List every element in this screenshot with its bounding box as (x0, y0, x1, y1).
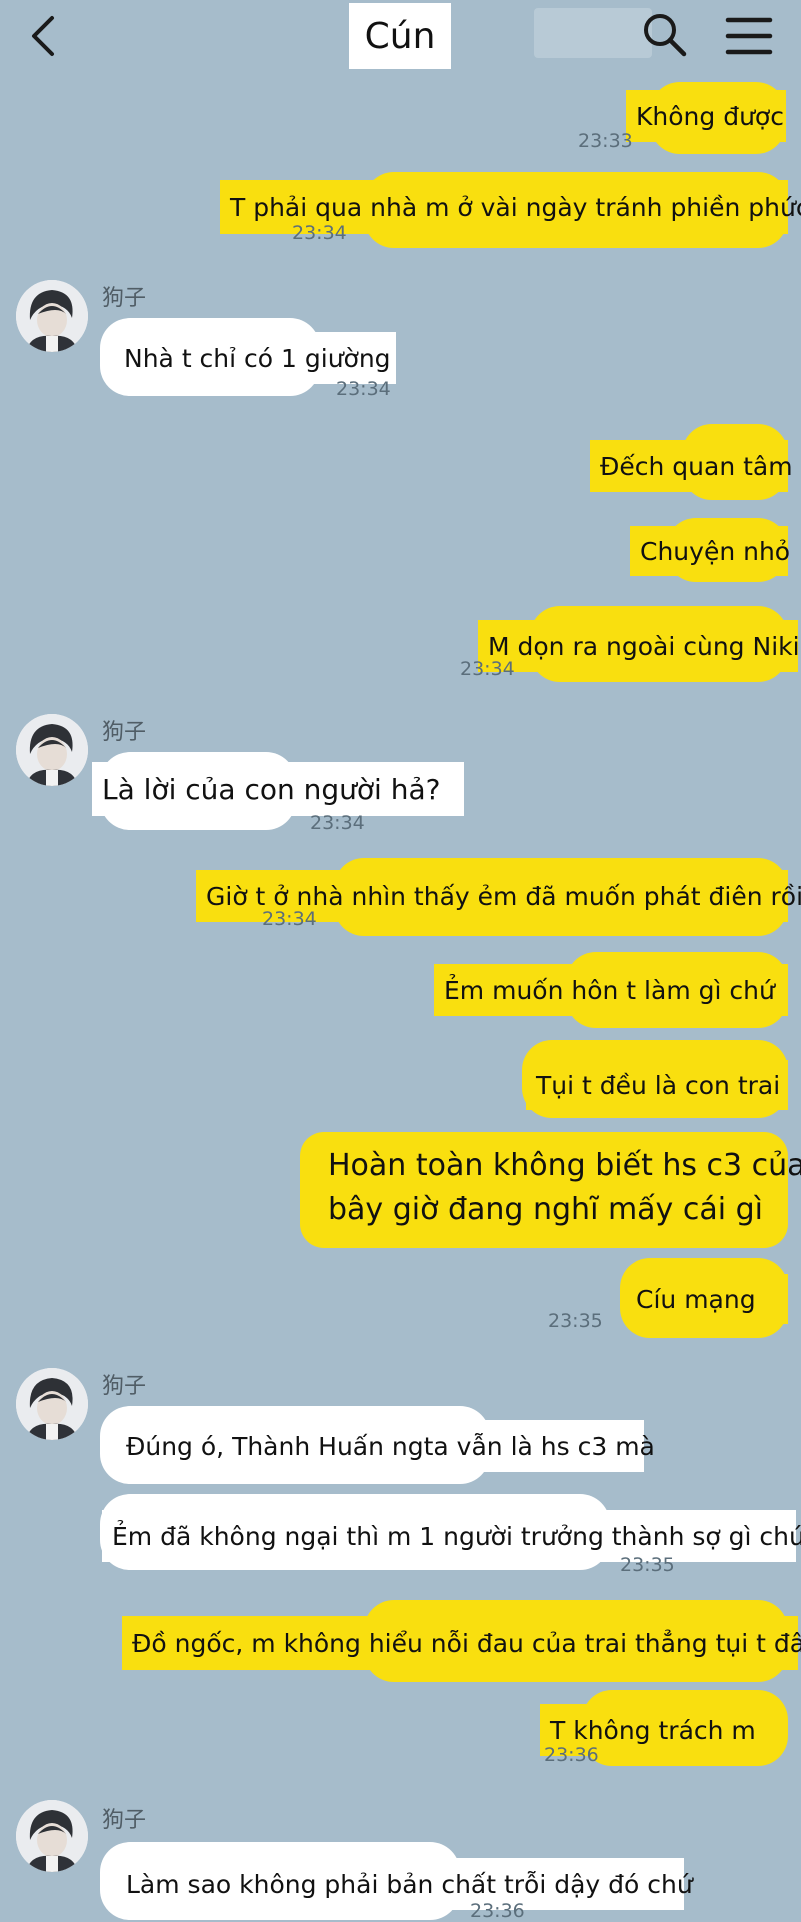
message-text[interactable]: Đúng ó, Thành Huấn ngta vẫn là hs c3 mà (116, 1420, 655, 1472)
timestamp: 23:35 (620, 1554, 675, 1576)
timestamp: 23:35 (548, 1310, 603, 1332)
back-chevron-icon[interactable] (22, 14, 66, 58)
message-text[interactable]: Đếch quan tâm (590, 440, 793, 492)
sender-name: 狗子 (102, 286, 147, 311)
message-text-line-2: bây giờ đang nghĩ mấy cái gì (328, 1192, 763, 1227)
contact-avatar[interactable] (16, 1800, 88, 1872)
message-text[interactable]: Tụi t đều là con trai (526, 1060, 788, 1110)
chat-title: Cún (349, 3, 451, 69)
top-bar: Cún (0, 0, 801, 80)
timestamp: 23:34 (292, 222, 347, 244)
message-text[interactable]: Không được (626, 90, 786, 142)
message-text[interactable]: Đồ ngốc, m không hiểu nỗi đau của trai t… (122, 1616, 801, 1670)
avatar-image (16, 714, 88, 786)
sent-bubble[interactable]: Hoàn toàn không biết hs c3 của bây giờ đ… (300, 1132, 801, 1248)
message-text[interactable]: M dọn ra ngoài cùng Niki (478, 620, 800, 672)
message-text[interactable]: Là lời của con người hả? (92, 762, 464, 816)
timestamp: 23:36 (544, 1744, 599, 1766)
timestamp: 23:33 (578, 130, 633, 152)
avatar-image (16, 280, 88, 352)
avatar-image (16, 1800, 88, 1872)
contact-avatar[interactable] (16, 280, 88, 352)
message-text[interactable]: Làm sao không phải bản chất trỗi dậy đó … (116, 1858, 693, 1910)
timestamp: 23:34 (310, 812, 365, 834)
timestamp: 23:36 (470, 1900, 525, 1922)
message-text[interactable]: Cíu mạng (626, 1274, 788, 1324)
message-text-line-1: Hoàn toàn không biết hs c3 của (328, 1148, 801, 1183)
avatar-image (16, 1368, 88, 1440)
sender-name: 狗子 (102, 720, 147, 745)
hamburger-menu-icon[interactable] (724, 14, 774, 58)
message-text[interactable]: Ẻm đã không ngại thì m 1 người trưởng th… (102, 1510, 801, 1562)
timestamp: 23:34 (336, 378, 391, 400)
sender-name: 狗子 (102, 1808, 147, 1833)
message-text[interactable]: Chuyện nhỏ (630, 526, 790, 576)
search-icon[interactable] (640, 10, 688, 58)
sender-name: 狗子 (102, 1374, 147, 1399)
contact-avatar[interactable] (16, 714, 88, 786)
message-text[interactable]: Nhà t chỉ có 1 giường (114, 332, 396, 384)
contact-avatar[interactable] (16, 1368, 88, 1440)
message-text[interactable]: Ẻm muốn hôn t làm gì chứ (434, 964, 788, 1016)
timestamp: 23:34 (262, 908, 317, 930)
timestamp: 23:34 (460, 658, 515, 680)
blurred-area (534, 8, 652, 58)
